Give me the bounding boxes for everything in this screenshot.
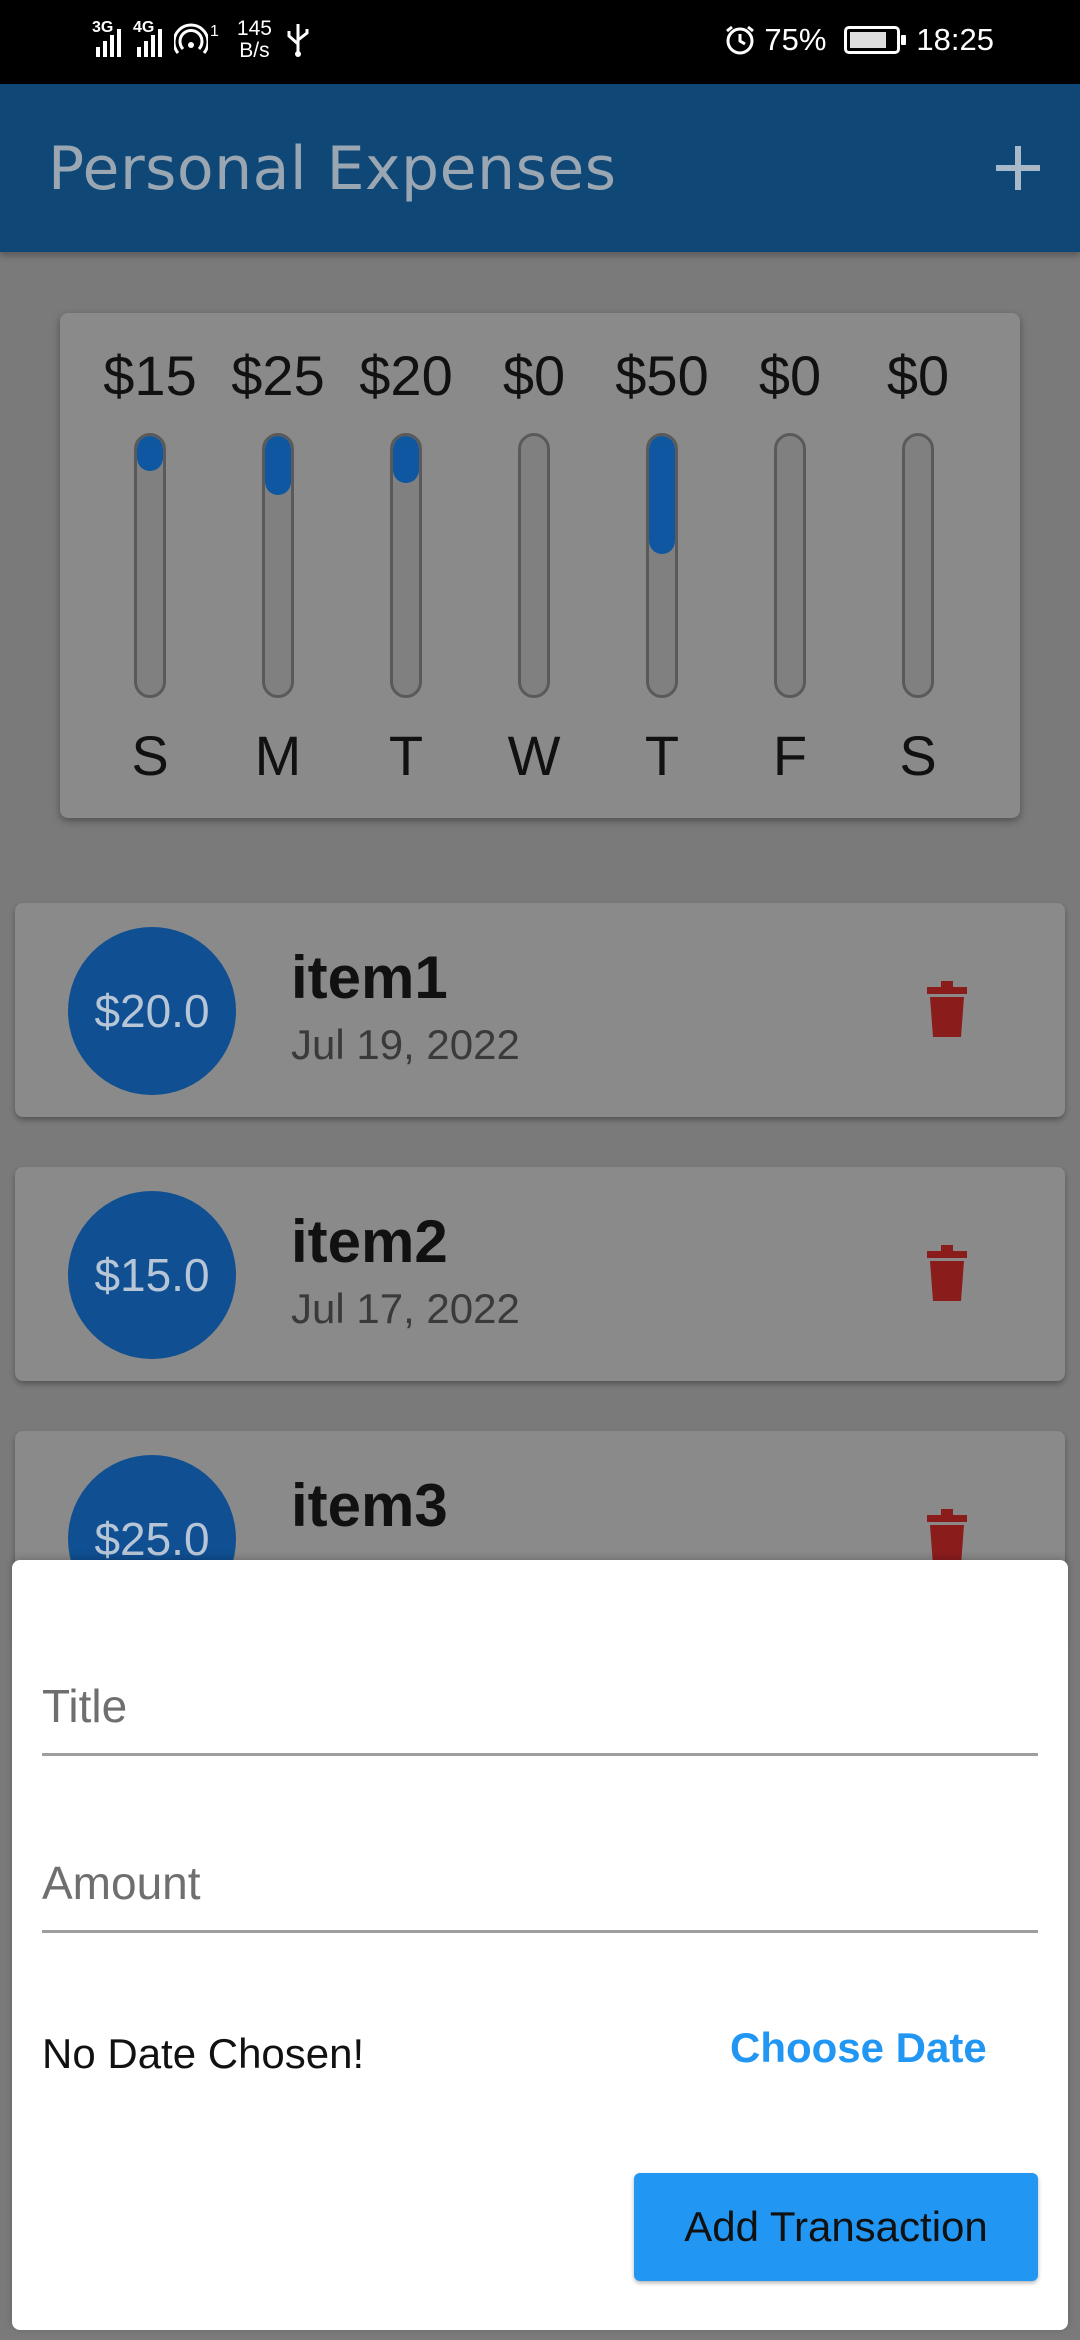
chart-bar-column: $20 T — [342, 313, 470, 818]
chart-bar-column: $0 W — [470, 313, 598, 818]
bar-track — [134, 433, 166, 698]
bar-fill — [137, 436, 163, 472]
bar-day-label: T — [388, 724, 424, 787]
title-input[interactable] — [42, 1638, 1038, 1753]
weekly-chart: $15 S $25 M $20 T $0 W $50 T $0 F $0 S — [60, 313, 1020, 818]
amount-avatar: $20.0 — [68, 927, 236, 1095]
title-field — [42, 1638, 1038, 1756]
choose-date-button[interactable]: Choose Date — [730, 2024, 987, 2072]
speed-value: 145 — [236, 17, 272, 40]
app-bar: Personal Expenses — [0, 84, 1080, 252]
clock: 18:25 — [916, 22, 994, 57]
date-status: No Date Chosen! — [42, 2030, 365, 2077]
add-transaction-button[interactable]: Add Transaction — [634, 2173, 1038, 2281]
bar-amount-label: $15 — [103, 344, 197, 407]
network-speed: 145 B/s — [237, 18, 272, 62]
page-title: Personal Expenses — [48, 134, 617, 204]
transaction-date: Jul 17, 2022 — [291, 1285, 520, 1332]
bar-amount-label: $0 — [886, 344, 950, 407]
bar-day-label: T — [644, 724, 680, 787]
amount-input[interactable] — [42, 1815, 1038, 1930]
transaction-title: item3 — [291, 1472, 448, 1539]
alarm-icon — [726, 25, 755, 55]
plus-icon[interactable] — [982, 132, 1054, 204]
status-left: 3G 4G 1 145 B/s — [92, 18, 312, 62]
battery-percent: 75% — [764, 22, 827, 57]
bar-day-label: W — [507, 724, 561, 787]
amount-avatar: $15.0 — [68, 1191, 236, 1359]
usb-icon — [287, 24, 309, 57]
bar-track — [390, 433, 422, 698]
hotspot-count: 1 — [210, 23, 219, 40]
signal-icon: 3G — [92, 19, 121, 57]
status-right: 75% 18:25 — [724, 22, 994, 58]
new-transaction-sheet: No Date Chosen! Choose Date Add Transact… — [12, 1560, 1068, 2330]
trash-icon[interactable] — [925, 981, 969, 1037]
battery-icon — [844, 26, 907, 54]
network-type-2: 4G — [133, 19, 155, 36]
bar-amount-label: $0 — [758, 344, 822, 407]
amount-field — [42, 1815, 1038, 1933]
chart-bar-column: $25 M — [214, 313, 342, 818]
speed-unit: B/s — [239, 39, 270, 62]
bar-track — [646, 433, 678, 698]
signal-icon-2: 4G — [133, 19, 162, 57]
transaction-date: Jul 19, 2022 — [291, 1021, 520, 1068]
bar-amount-label: $20 — [359, 344, 453, 407]
bar-track — [518, 433, 550, 698]
trash-icon[interactable] — [925, 1509, 969, 1565]
bar-fill — [393, 436, 419, 484]
bar-amount-label: $25 — [231, 344, 325, 407]
transaction-title: item2 — [291, 1208, 448, 1275]
bar-track — [774, 433, 806, 698]
bar-day-label: S — [131, 724, 169, 787]
chart-bar-column: $0 F — [726, 313, 854, 818]
bar-amount-label: $0 — [502, 344, 566, 407]
bar-fill — [265, 436, 291, 495]
status-bar: 3G 4G 1 145 B/s 75% 18:25 — [0, 0, 1080, 84]
network-type-1: 3G — [92, 19, 114, 36]
bar-day-label: M — [254, 724, 302, 787]
chart-bar-column: $0 S — [854, 313, 982, 818]
bar-day-label: S — [899, 724, 937, 787]
chart-bar-column: $15 S — [86, 313, 214, 818]
bar-day-label: F — [772, 724, 808, 787]
trash-icon[interactable] — [925, 1245, 969, 1301]
bar-track — [902, 433, 934, 698]
transaction-item[interactable]: $15.0 item2 Jul 17, 2022 — [15, 1167, 1065, 1381]
bar-amount-label: $50 — [615, 344, 709, 407]
hotspot-icon — [174, 23, 208, 54]
transaction-title: item1 — [291, 944, 448, 1011]
bar-track — [262, 433, 294, 698]
transaction-item[interactable]: $20.0 item1 Jul 19, 2022 — [15, 903, 1065, 1117]
bar-fill — [649, 436, 675, 554]
chart-bar-column: $50 T — [598, 313, 726, 818]
